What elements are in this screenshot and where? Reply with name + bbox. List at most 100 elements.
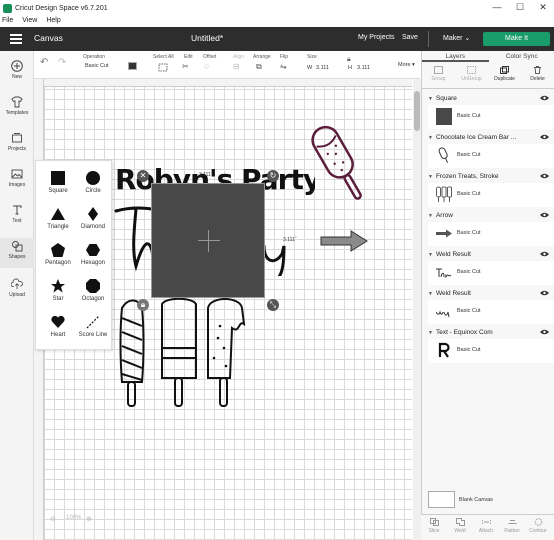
attach-button[interactable]: Attach	[473, 518, 499, 534]
contour-button[interactable]: Contour	[525, 518, 551, 534]
collapse-caret-icon[interactable]: ▼	[428, 330, 433, 336]
group-button[interactable]: Group	[422, 66, 455, 82]
eye-icon[interactable]	[540, 134, 549, 140]
save-button[interactable]: Save	[402, 34, 418, 41]
tab-layers[interactable]: Layers	[422, 51, 489, 62]
layer-operation-row[interactable]: Basic Cut	[428, 300, 554, 324]
sidebar-item-images[interactable]: Images	[0, 168, 34, 188]
slice-button[interactable]: Slice	[421, 518, 447, 534]
shape-square[interactable]: Square	[40, 171, 76, 194]
delete-button[interactable]: Delete	[521, 66, 554, 82]
redo-icon[interactable]: ↷	[58, 57, 66, 68]
align-menu[interactable]: Align	[233, 54, 244, 60]
layer-operation-row[interactable]: Basic Cut	[428, 339, 554, 363]
scrollbar-thumb[interactable]	[414, 91, 420, 131]
layer-item[interactable]: ▼ Text - Equinox Com Basic Cut	[422, 326, 554, 363]
frozen-treats-stroke[interactable]	[114, 298, 250, 410]
weld-button[interactable]: Weld	[447, 518, 473, 534]
eye-icon[interactable]	[540, 95, 549, 101]
select-all-button[interactable]: Select All	[153, 54, 174, 60]
machine-select[interactable]: Maker ⌄	[443, 34, 470, 42]
color-swatch[interactable]	[128, 62, 137, 70]
flip-menu[interactable]: Flip	[280, 54, 288, 60]
ungroup-button[interactable]: UnGroup	[455, 66, 488, 82]
height-input[interactable]: 3.111	[357, 65, 370, 71]
shape-score-line[interactable]: Score Line	[75, 315, 111, 338]
shape-circle[interactable]: Circle	[75, 171, 111, 194]
layer-operation-row[interactable]: Basic Cut	[428, 222, 554, 246]
sidebar-item-new[interactable]: New	[0, 60, 34, 80]
contour-label: Contour	[529, 528, 547, 534]
shape-hexagon[interactable]: Hexagon	[75, 243, 111, 266]
selected-square[interactable]	[151, 183, 265, 298]
sidebar-item-shapes[interactable]: Shapes	[0, 238, 34, 268]
canvas-scrollbar[interactable]	[413, 79, 421, 540]
edit-menu[interactable]: Edit	[184, 54, 193, 60]
undo-icon[interactable]: ↶	[40, 57, 48, 68]
tab-color-sync[interactable]: Color Sync	[489, 51, 554, 62]
layer-item[interactable]: ▼ Weld Result Basic Cut	[422, 287, 554, 324]
collapse-caret-icon[interactable]: ▼	[428, 96, 433, 102]
layer-operation-row[interactable]: Basic Cut	[428, 183, 554, 207]
popsicles-thumbnail	[436, 186, 452, 202]
close-button[interactable]: ✕	[537, 2, 549, 12]
shape-triangle[interactable]: Triangle	[40, 207, 76, 230]
collapse-caret-icon[interactable]: ▼	[428, 174, 433, 180]
shape-heart[interactable]: Heart	[40, 315, 76, 338]
shape-star[interactable]: Star	[40, 279, 76, 302]
menu-view[interactable]: View	[22, 16, 37, 26]
eye-icon[interactable]	[540, 290, 549, 296]
menu-file[interactable]: File	[2, 16, 13, 26]
layer-item[interactable]: ▼ Arrow Basic Cut	[422, 209, 554, 246]
collapse-caret-icon[interactable]: ▼	[428, 252, 433, 258]
shape-octagon[interactable]: Octagon	[75, 279, 111, 302]
layer-operation-row[interactable]: Basic Cut	[428, 144, 554, 168]
arrow-shape[interactable]	[320, 230, 368, 252]
my-projects-link[interactable]: My Projects	[358, 34, 395, 41]
collapse-caret-icon[interactable]: ▼	[428, 291, 433, 297]
minimize-button[interactable]: —	[491, 2, 503, 12]
offset-menu[interactable]: Offset	[203, 54, 216, 60]
operation-select[interactable]: Basic Cut	[85, 63, 109, 69]
layer-operation-row[interactable]: Basic Cut	[428, 105, 554, 129]
layer-item[interactable]: ▼ Frozen Treats, Stroke Basic Cut	[422, 170, 554, 207]
shape-label: Octagon	[81, 296, 105, 302]
more-menu[interactable]: More ▾	[398, 62, 415, 68]
zoom-out-icon[interactable]: ⊖	[50, 515, 56, 523]
shape-pentagon[interactable]: Pentagon	[40, 243, 76, 266]
eye-icon[interactable]	[540, 329, 549, 335]
lock-icon[interactable]: 🔒︎	[347, 56, 351, 64]
duplicate-button[interactable]: Duplicate	[488, 66, 521, 82]
lock-handle-icon[interactable]: 🔒︎	[137, 299, 149, 311]
rotate-handle-icon[interactable]: ↻	[267, 170, 279, 182]
layer-item[interactable]: ▼ Chocolate Ice Cream Bar ... Basic Cut	[422, 131, 554, 168]
flatten-button[interactable]: Flatten	[499, 518, 525, 534]
resize-handle-icon[interactable]: ⤡	[267, 299, 279, 311]
collapse-caret-icon[interactable]: ▼	[428, 135, 433, 141]
blank-canvas-layer[interactable]: Blank Canvas	[421, 488, 554, 514]
arrange-menu[interactable]: Arrange	[253, 54, 271, 60]
hamburger-menu-icon[interactable]	[10, 34, 22, 44]
layer-item[interactable]: ▼ Weld Result Basic Cut	[422, 248, 554, 285]
eye-icon[interactable]	[540, 251, 549, 257]
canvas-color-swatch[interactable]	[428, 491, 455, 508]
sidebar-item-text[interactable]: Text	[0, 204, 34, 224]
sidebar-item-upload[interactable]: Upload	[0, 278, 34, 298]
shape-label: Diamond	[80, 224, 105, 230]
chocolate-ice-cream-bar[interactable]	[308, 117, 372, 209]
make-it-button[interactable]: Make It	[483, 32, 550, 46]
maximize-button[interactable]: ☐	[514, 2, 526, 12]
eye-icon[interactable]	[540, 212, 549, 218]
collapse-caret-icon[interactable]: ▼	[428, 213, 433, 219]
layer-item[interactable]: ▼ Square Basic Cut	[422, 92, 554, 129]
width-input[interactable]: 3.111	[316, 65, 329, 71]
eye-icon[interactable]	[540, 173, 549, 179]
menu-help[interactable]: Help	[46, 16, 60, 26]
duplicate-label: Duplicate	[494, 76, 515, 82]
sidebar-item-templates[interactable]: Templates	[0, 96, 34, 116]
sidebar-item-projects[interactable]: Projects	[0, 132, 34, 152]
layer-operation-row[interactable]: Basic Cut	[428, 261, 554, 285]
zoom-in-icon[interactable]: ⊕	[86, 515, 92, 523]
delete-handle-icon[interactable]: ✕	[137, 170, 149, 182]
shape-diamond[interactable]: Diamond	[75, 207, 111, 230]
